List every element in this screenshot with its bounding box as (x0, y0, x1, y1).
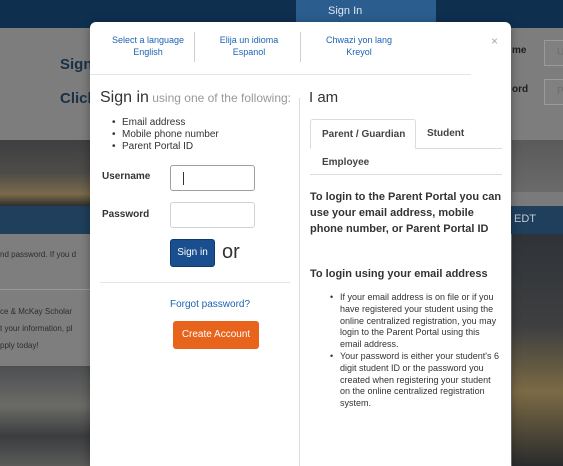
form-divider (100, 282, 290, 283)
language-name: Kreyol (346, 47, 372, 57)
list-item: Mobile phone number (112, 129, 219, 141)
language-prompt: Chwazi yon lang (325, 35, 393, 45)
username-input[interactable] (170, 165, 255, 191)
password-label: Password (102, 209, 150, 220)
bg-password-label: ord (512, 84, 529, 95)
info-title: To login to the Parent Portal you can us… (310, 191, 502, 235)
language-option-spanish[interactable]: Elija un idioma Espanol (198, 34, 300, 58)
bg-username-label: me (512, 45, 527, 56)
text-cursor (183, 172, 184, 185)
info-bullets: If your email address is on file or if y… (330, 292, 502, 410)
create-account-button[interactable]: Create Account (173, 321, 259, 349)
tab-parent-guardian[interactable]: Parent / Guardian (310, 119, 416, 149)
signin-button[interactable]: Sign in (170, 239, 215, 267)
language-name: English (133, 47, 163, 57)
list-item: Your password is either your student's 6… (330, 351, 502, 410)
bg-text-line: ce & McKay Scholar (0, 307, 73, 316)
language-selector: Select a language English Elija un idiom… (90, 22, 511, 74)
language-name: Espanol (232, 47, 266, 57)
bg-password-input[interactable]: P (544, 79, 563, 105)
username-label: Username (102, 171, 151, 182)
close-icon[interactable]: × (491, 34, 498, 48)
forgot-password-link[interactable]: Forgot password? (170, 299, 250, 310)
or-text: or (222, 241, 240, 263)
language-divider (300, 32, 301, 62)
tab-student[interactable]: Student (427, 128, 464, 139)
tabs-divider (310, 174, 502, 175)
bg-photo (512, 140, 563, 192)
bg-photo (0, 140, 90, 206)
role-panel: I am Parent / Guardian Student Employee … (300, 75, 511, 466)
signin-options-list: Email address Mobile phone number Parent… (112, 117, 219, 153)
tab-employee[interactable]: Employee (322, 157, 369, 168)
bg-username-input[interactable]: U (544, 40, 563, 66)
signin-title: Sign in (100, 89, 149, 106)
bg-divider (0, 289, 90, 290)
list-item: If your email address is on file or if y… (330, 292, 502, 351)
language-option-english[interactable]: Select a language English (102, 34, 194, 58)
list-item: Email address (112, 117, 219, 129)
signin-heading: Sign in using one of the following: (100, 89, 291, 107)
nav-sign-in-tab[interactable]: Sign In (296, 0, 436, 22)
language-divider (194, 32, 195, 62)
language-option-kreyol[interactable]: Chwazi yon lang Kreyol (304, 34, 414, 58)
bg-text-line: pply today! (0, 341, 39, 350)
list-item: Parent Portal ID (112, 141, 219, 153)
language-prompt: Select a language (111, 35, 185, 45)
bg-heading-sign: Sign (60, 56, 93, 73)
bg-timezone-text: EDT (514, 213, 536, 225)
bg-photo (512, 234, 563, 466)
bg-text-line: nd password. If you d (0, 250, 77, 259)
signin-form: Sign in using one of the following: Emai… (90, 75, 300, 466)
bg-text-line: t your information, pl (0, 324, 73, 333)
info-subtitle: To login using your email address (310, 268, 488, 280)
bg-photo (0, 366, 90, 466)
signin-title-suffix: using one of the following: (148, 91, 292, 105)
role-heading: I am (309, 89, 339, 106)
password-input[interactable] (170, 202, 255, 228)
language-prompt: Elija un idioma (219, 35, 279, 45)
signin-modal: Select a language English Elija un idiom… (90, 22, 511, 466)
